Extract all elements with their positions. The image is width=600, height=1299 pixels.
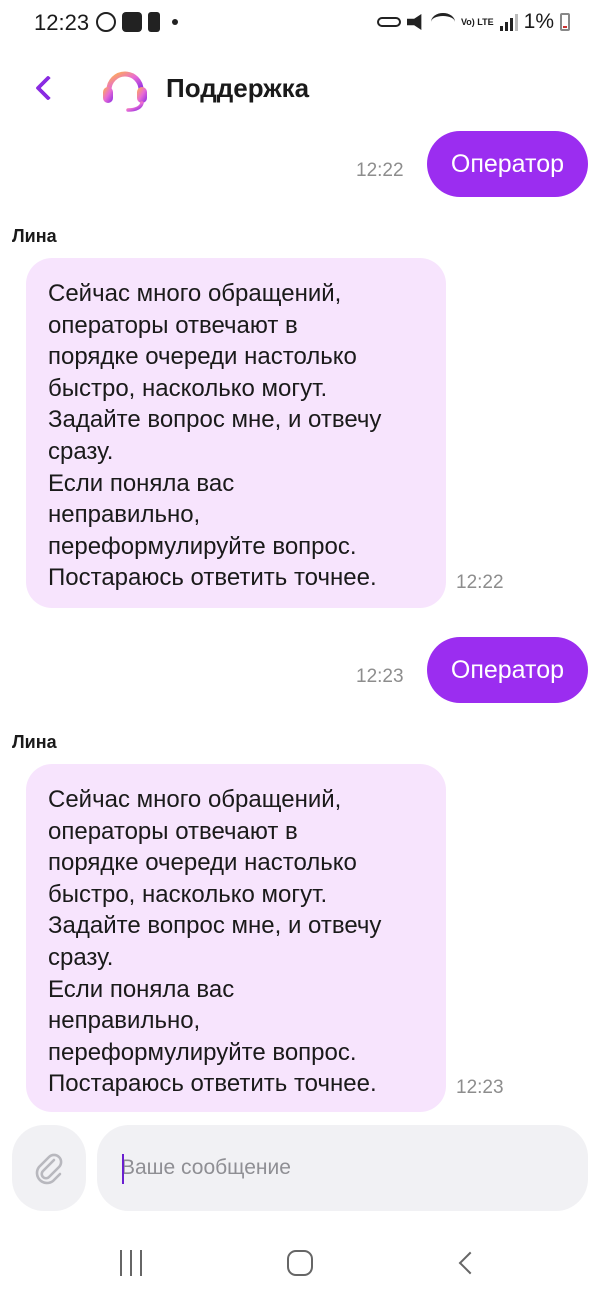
status-right-icons: Vo) LTE 1%: [376, 10, 570, 34]
sender-name: Лина: [12, 226, 57, 246]
outgoing-message[interactable]: Оператор: [426, 637, 588, 703]
wifi-icon: [430, 13, 455, 31]
signal-icon: [499, 13, 518, 31]
mute-icon: [406, 14, 422, 30]
sender-name: Лина: [12, 732, 57, 752]
back-icon[interactable]: [458, 1251, 482, 1275]
home-icon[interactable]: [287, 1250, 313, 1276]
message-input-container[interactable]: [97, 1125, 588, 1211]
chat-header: Поддержка: [0, 56, 600, 120]
recent-apps-icon[interactable]: [120, 1250, 142, 1276]
message-input[interactable]: [121, 1125, 561, 1211]
status-time: 12:23: [34, 10, 90, 35]
page-title: Поддержка: [166, 73, 310, 103]
paperclip-icon: [35, 1153, 63, 1185]
gallery-icon: [122, 12, 142, 32]
dot-icon: [172, 19, 178, 25]
message-time: 12:22: [456, 572, 504, 593]
whatsapp-icon: [96, 12, 116, 32]
attach-button[interactable]: [12, 1125, 86, 1211]
incoming-message[interactable]: Сейчас много обращений, операторы отвеча…: [26, 764, 446, 1112]
headset-icon: [103, 71, 147, 112]
lte-icon: Vo) LTE: [460, 16, 494, 27]
incoming-message[interactable]: Сейчас много обращений, операторы отвеча…: [26, 258, 446, 608]
outgoing-message[interactable]: Оператор: [426, 131, 588, 197]
text-caret: [122, 1154, 124, 1184]
chevron-left-icon: [35, 75, 61, 101]
battery-alert-icon: [148, 12, 160, 32]
status-bar: 12:23 Vo) LTE 1%: [0, 0, 600, 46]
battery-icon: [560, 13, 570, 31]
message-time: 12:23: [456, 1077, 504, 1098]
status-left-icons: [96, 12, 178, 32]
back-button[interactable]: [26, 70, 62, 106]
navigation-bar: [0, 1230, 600, 1299]
message-time: 12:22: [356, 160, 404, 181]
message-time: 12:23: [356, 666, 404, 687]
battery-percent: 1%: [523, 10, 554, 33]
key-icon: [376, 17, 401, 27]
